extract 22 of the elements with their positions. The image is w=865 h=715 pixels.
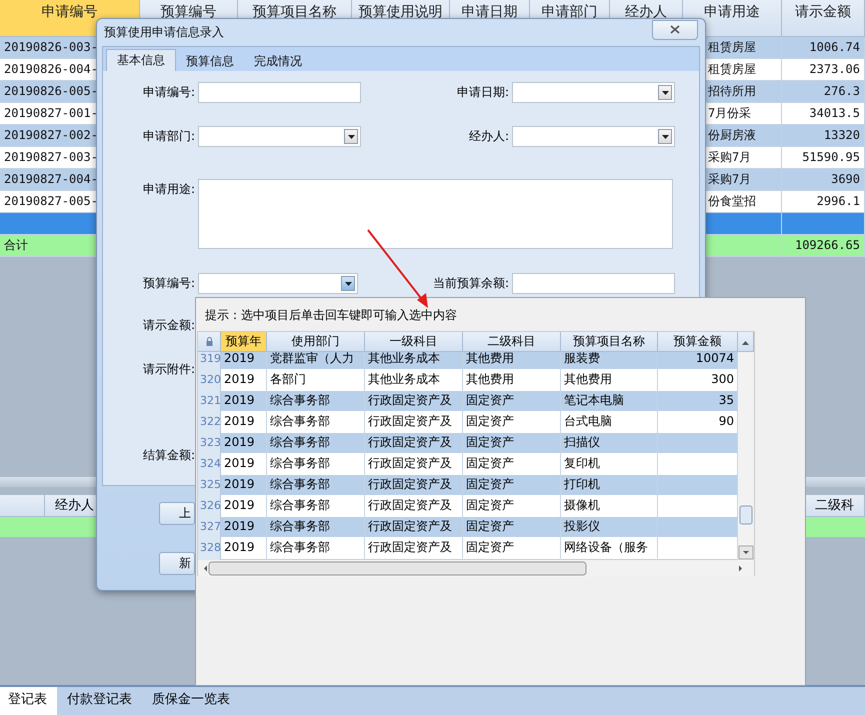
field-label: 预算编号: <box>142 275 195 292</box>
field-label: 申请部门: <box>142 128 195 145</box>
row-number: 323 <box>198 432 221 454</box>
field-label: 请示金额: <box>142 317 195 334</box>
field-label: 结算金额: <box>142 447 195 464</box>
row-number: 326 <box>198 495 221 517</box>
field-label: 申请日期: <box>456 84 509 101</box>
hint-text: 提示：选中项目后单击回车键即可输入选中内容 <box>204 307 458 324</box>
row-number: 321 <box>198 390 221 412</box>
field-label: 当前预算余额: <box>432 275 509 292</box>
field-label: 申请用途: <box>142 181 195 198</box>
field-label: 请示附件: <box>142 361 195 378</box>
row-number: 327 <box>198 516 221 538</box>
row-number: 319 <box>198 352 221 370</box>
row-number: 324 <box>198 453 221 475</box>
row-number: 322 <box>198 411 221 433</box>
row-number: 320 <box>198 369 221 391</box>
row-number: 328 <box>198 537 221 559</box>
row-number: 325 <box>198 474 221 496</box>
field-label: 申请编号: <box>142 84 195 101</box>
total-amount: 109266.65 <box>782 235 865 257</box>
field-label: 经办人: <box>468 128 509 145</box>
